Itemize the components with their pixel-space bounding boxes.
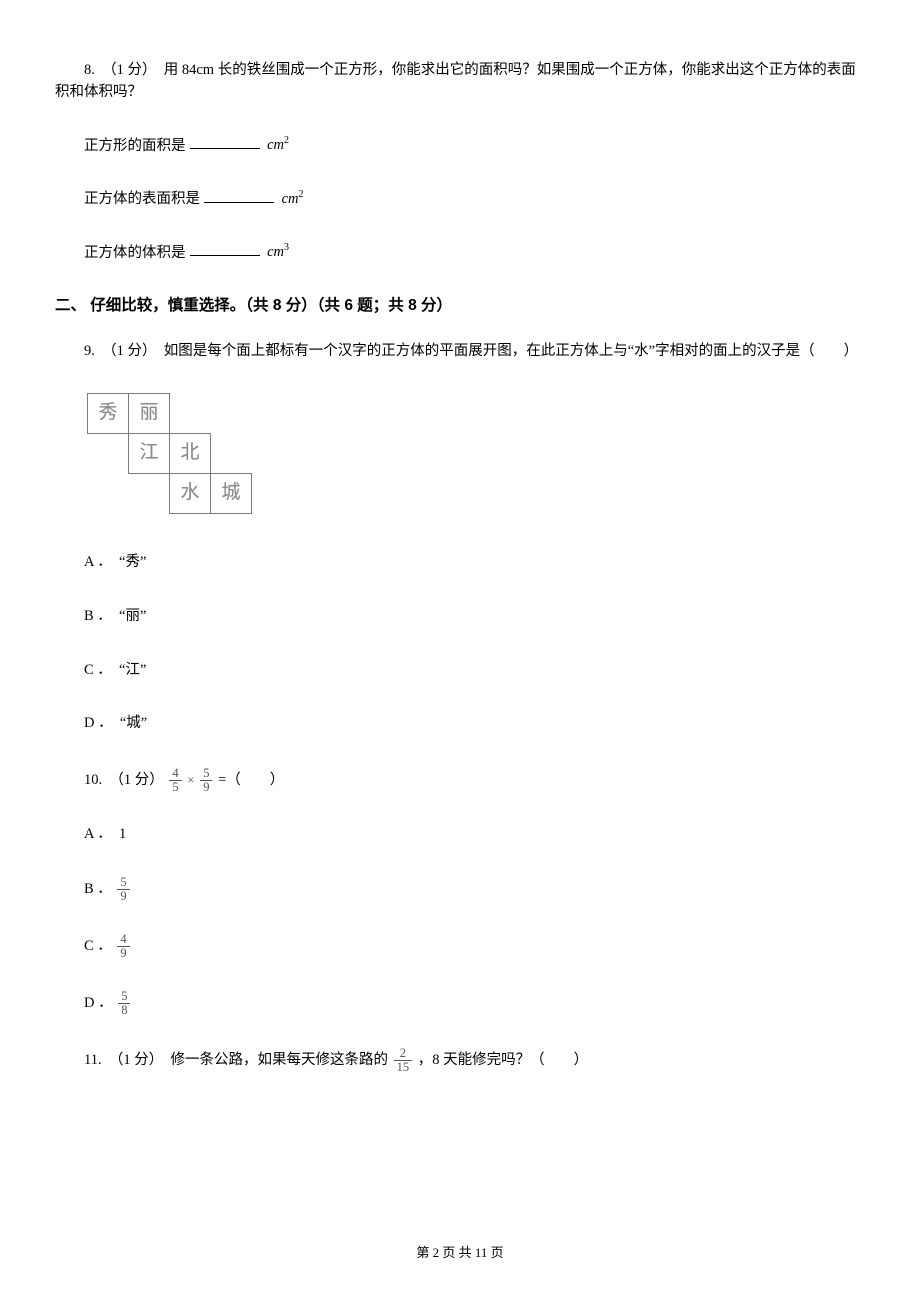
q10-opt-b-pre: B ． bbox=[84, 881, 112, 897]
net-cell-cheng: 城 bbox=[210, 473, 252, 514]
section-2-heading: 二、 仔细比较，慎重选择。（共 8 分）（共 6 题；共 8 分） bbox=[55, 294, 865, 317]
q10-opt-a[interactable]: A ． 1 bbox=[84, 824, 865, 846]
q10-d-den: 8 bbox=[118, 1003, 130, 1017]
q8-l3-pre: 正方体的体积是 bbox=[84, 244, 186, 260]
q8-l1-pre: 正方形的面积是 bbox=[84, 137, 186, 153]
q10-d-num: 5 bbox=[118, 990, 130, 1003]
q10-opt-c-pre: C ． bbox=[84, 938, 112, 954]
q10-stem-pre: 10. （1 分） bbox=[84, 772, 164, 788]
q10-opt-b-frac: 5 9 bbox=[117, 876, 129, 903]
unit-cm2-a: cm2 bbox=[267, 137, 289, 153]
q10-stem: 10. （1 分） 4 5 × 5 9 =（ ） bbox=[84, 767, 865, 794]
net-cell-bei: 北 bbox=[169, 433, 211, 474]
q8-stem: 8. （1 分） 用 84cm 长的铁丝围成一个正方形，你能求出它的面积吗？如果… bbox=[55, 60, 865, 104]
page-footer: 第 2 页 共 11 页 bbox=[55, 1243, 865, 1263]
q8-blank3[interactable] bbox=[190, 241, 260, 257]
q11-pre: 11. （1 分） 修一条公路，如果每天修这条路的 bbox=[84, 1052, 392, 1068]
net-cell-jiang: 江 bbox=[128, 433, 170, 474]
q10-opt-d-pre: D ． bbox=[84, 995, 113, 1011]
q10-opt-d-frac: 5 8 bbox=[118, 990, 130, 1017]
q9-opt-a[interactable]: A ． “秀” bbox=[84, 552, 865, 574]
unit-cm2-b: cm2 bbox=[282, 191, 304, 207]
q8-line2: 正方体的表面积是 cm2 bbox=[55, 187, 865, 211]
unit-cm3: cm3 bbox=[267, 244, 289, 260]
q10-opt-c[interactable]: C ． 4 9 bbox=[84, 933, 865, 960]
net-cell-li: 丽 bbox=[128, 393, 170, 434]
q10-opt-b[interactable]: B ． 5 9 bbox=[84, 876, 865, 903]
q10-opt-c-frac: 4 9 bbox=[117, 933, 129, 960]
q8-l2-pre: 正方体的表面积是 bbox=[84, 191, 200, 207]
q8-blank1[interactable] bbox=[190, 134, 260, 150]
net-cell-xiu: 秀 bbox=[87, 393, 129, 434]
q10: 10. （1 分） 4 5 × 5 9 =（ ） A ． 1 B ． 5 9 C… bbox=[55, 767, 865, 1017]
q11-post: ，8 天能修完吗？（ ） bbox=[418, 1052, 588, 1068]
q9-options: A ． “秀” B ． “丽” C ． “江” D ． “城” bbox=[55, 552, 865, 735]
page: 8. （1 分） 用 84cm 长的铁丝围成一个正方形，你能求出它的面积吗？如果… bbox=[0, 0, 920, 1302]
q10-frac-a: 4 5 bbox=[169, 767, 181, 794]
q10-frac-b-den: 9 bbox=[200, 780, 212, 794]
q10-stem-post: =（ ） bbox=[218, 772, 284, 788]
q9-stem: 9. （1 分） 如图是每个面上都标有一个汉字的正方体的平面展开图，在此正方体上… bbox=[55, 341, 865, 363]
q8-blank2[interactable] bbox=[204, 187, 274, 203]
q11-frac-den: 15 bbox=[394, 1060, 413, 1074]
q9-opt-b[interactable]: B ． “丽” bbox=[84, 606, 865, 628]
q8-line3: 正方体的体积是 cm3 bbox=[55, 241, 865, 265]
q10-frac-a-den: 5 bbox=[169, 780, 181, 794]
q10-b-den: 9 bbox=[117, 889, 129, 903]
q9-opt-d[interactable]: D ． “城” bbox=[84, 713, 865, 735]
q9-opt-c[interactable]: C ． “江” bbox=[84, 660, 865, 682]
q9-net-diagram: 秀 丽 江 北 水 城 bbox=[87, 393, 865, 514]
q10-b-num: 5 bbox=[117, 876, 129, 889]
q10-frac-a-num: 4 bbox=[169, 767, 181, 780]
multiply-icon: × bbox=[187, 772, 194, 787]
q11-frac: 2 15 bbox=[394, 1047, 413, 1074]
q10-frac-b-num: 5 bbox=[200, 767, 212, 780]
q11-stem: 11. （1 分） 修一条公路，如果每天修这条路的 2 15 ，8 天能修完吗？… bbox=[55, 1047, 865, 1074]
q8-line1: 正方形的面积是 cm2 bbox=[55, 134, 865, 158]
q11-frac-num: 2 bbox=[394, 1047, 413, 1060]
net-cell-shui: 水 bbox=[169, 473, 211, 514]
q10-c-den: 9 bbox=[117, 946, 129, 960]
q10-frac-b: 5 9 bbox=[200, 767, 212, 794]
q10-opt-d[interactable]: D ． 5 8 bbox=[84, 990, 865, 1017]
q10-c-num: 4 bbox=[117, 933, 129, 946]
